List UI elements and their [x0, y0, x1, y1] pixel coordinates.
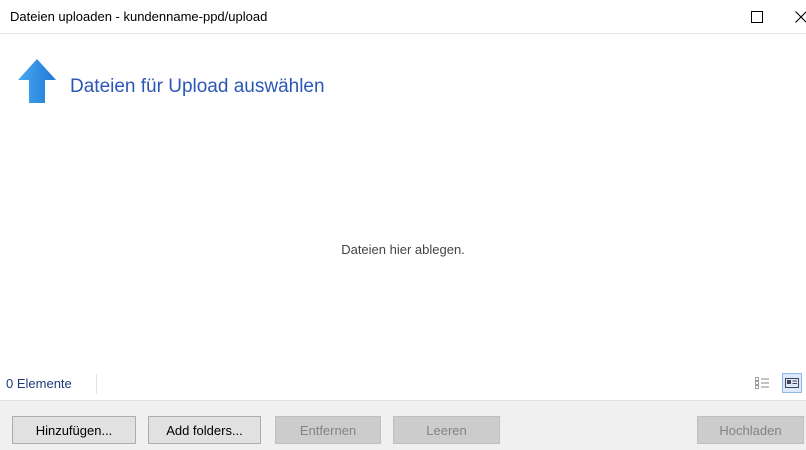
- maximize-button[interactable]: [735, 0, 779, 34]
- upload-button[interactable]: Hochladen: [697, 416, 804, 444]
- close-icon: [795, 11, 806, 23]
- file-drop-zone[interactable]: Dateien hier ablegen.: [0, 114, 806, 368]
- details-view-icon: [755, 377, 769, 389]
- tiles-view-button[interactable]: [782, 373, 802, 393]
- remove-button[interactable]: Entfernen: [275, 416, 381, 444]
- item-count: 0 Elemente: [6, 376, 72, 391]
- title-bar[interactable]: Dateien uploaden - kundenname-ppd/upload: [0, 0, 806, 34]
- add-files-button[interactable]: Hinzufügen...: [12, 416, 136, 444]
- add-folders-button[interactable]: Add folders...: [148, 416, 261, 444]
- drop-hint: Dateien hier ablegen.: [341, 242, 465, 257]
- tiles-view-icon: [785, 378, 799, 388]
- status-bar: 0 Elemente: [0, 372, 806, 396]
- header-title: Dateien für Upload auswählen: [70, 76, 325, 97]
- button-bar: Hinzufügen... Add folders... Entfernen L…: [0, 400, 806, 450]
- close-button[interactable]: [779, 0, 806, 34]
- upload-dialog: Dateien uploaden - kundenname-ppd/upload…: [0, 0, 806, 450]
- upload-arrow-icon: [18, 59, 56, 103]
- clear-button[interactable]: Leeren: [393, 416, 500, 444]
- status-divider: [96, 374, 97, 394]
- window-title: Dateien uploaden - kundenname-ppd/upload: [10, 9, 268, 24]
- details-view-button[interactable]: [752, 373, 772, 393]
- dialog-header: Dateien für Upload auswählen: [0, 34, 806, 114]
- maximize-icon: [751, 11, 763, 23]
